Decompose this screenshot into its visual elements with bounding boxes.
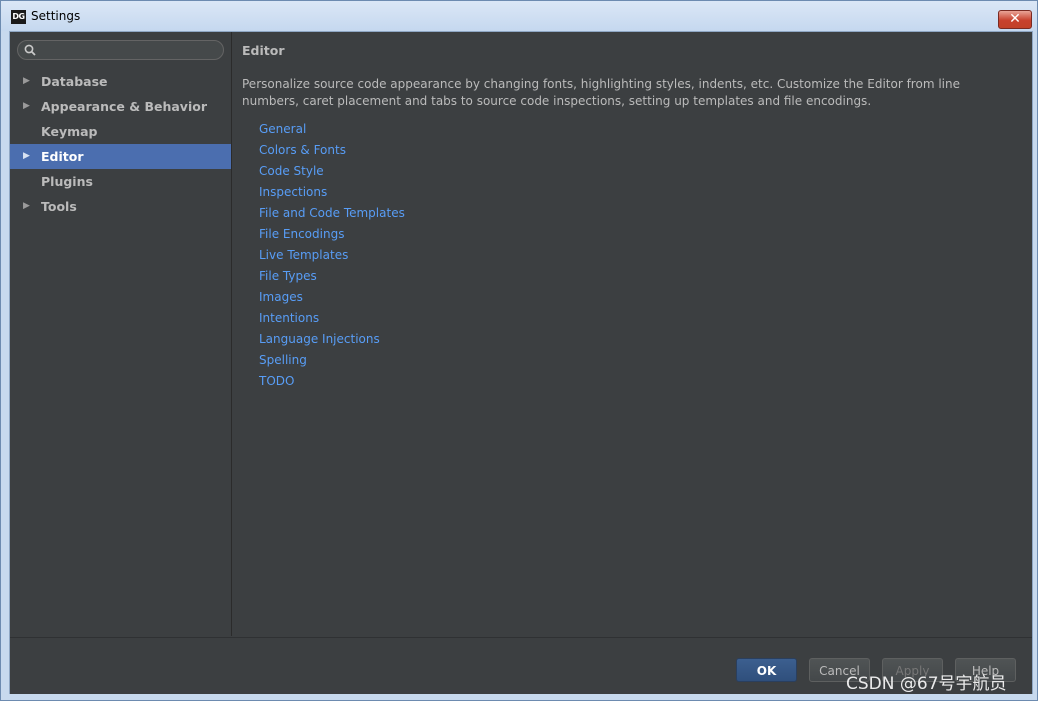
link-todo[interactable]: TODO [259,371,405,392]
sidebar-item-label: Editor [41,149,84,164]
link-general[interactable]: General [259,119,405,140]
search-input[interactable] [42,42,217,58]
link-file-code-templates[interactable]: File and Code Templates [259,203,405,224]
close-icon: ✕ [1009,11,1021,27]
expand-arrow-icon[interactable]: ▶ [23,94,33,119]
title-bar[interactable]: DG Settings ✕ [1,1,1037,31]
link-inspections[interactable]: Inspections [259,182,405,203]
sidebar-item-appearance-behavior[interactable]: ▶ Appearance & Behavior [10,94,231,119]
link-live-templates[interactable]: Live Templates [259,245,405,266]
settings-search[interactable] [17,40,224,60]
sidebar-item-label: Plugins [41,174,93,189]
search-icon [24,44,36,56]
settings-window: DG Settings ✕ ▶ Database ▶ Appearance & … [0,0,1038,701]
sidebar-item-label: Database [41,74,108,89]
sidebar-item-plugins[interactable]: Plugins [10,169,231,194]
settings-content-pane: Editor Personalize source code appearanc… [232,32,1032,636]
link-file-types[interactable]: File Types [259,266,405,287]
sidebar-item-editor[interactable]: ▶ Editor [10,144,231,169]
link-spelling[interactable]: Spelling [259,350,405,371]
page-description: Personalize source code appearance by ch… [242,77,960,108]
sidebar-item-database[interactable]: ▶ Database [10,69,231,94]
settings-tree: ▶ Database ▶ Appearance & Behavior Keyma… [10,69,231,219]
sidebar-item-keymap[interactable]: Keymap [10,119,231,144]
datagrip-app-icon: DG [11,10,26,24]
sidebar-item-tools[interactable]: ▶ Tools [10,194,231,219]
expand-arrow-icon[interactable]: ▶ [23,194,33,219]
close-button[interactable]: ✕ [998,10,1032,29]
sidebar-item-label: Appearance & Behavior [41,99,207,114]
link-file-encodings[interactable]: File Encodings [259,224,405,245]
editor-section-links: General Colors & Fonts Code Style Inspec… [259,119,405,392]
link-images[interactable]: Images [259,287,405,308]
settings-dialog-body: ▶ Database ▶ Appearance & Behavior Keyma… [9,31,1033,695]
expand-arrow-icon[interactable]: ▶ [23,69,33,94]
link-code-style[interactable]: Code Style [259,161,405,182]
page-title: Editor [242,43,285,58]
sidebar-item-label: Keymap [41,124,98,139]
link-intentions[interactable]: Intentions [259,308,405,329]
link-colors-fonts[interactable]: Colors & Fonts [259,140,405,161]
expand-arrow-icon[interactable]: ▶ [23,144,33,169]
window-bottom-frame [1,694,1037,700]
window-title: Settings [31,9,81,23]
watermark-text: CSDN @67号宇航员 [846,674,1007,694]
sidebar-item-label: Tools [41,199,77,214]
ok-button[interactable]: OK [736,658,797,682]
link-language-injections[interactable]: Language Injections [259,329,405,350]
settings-sidebar: ▶ Database ▶ Appearance & Behavior Keyma… [10,32,232,636]
